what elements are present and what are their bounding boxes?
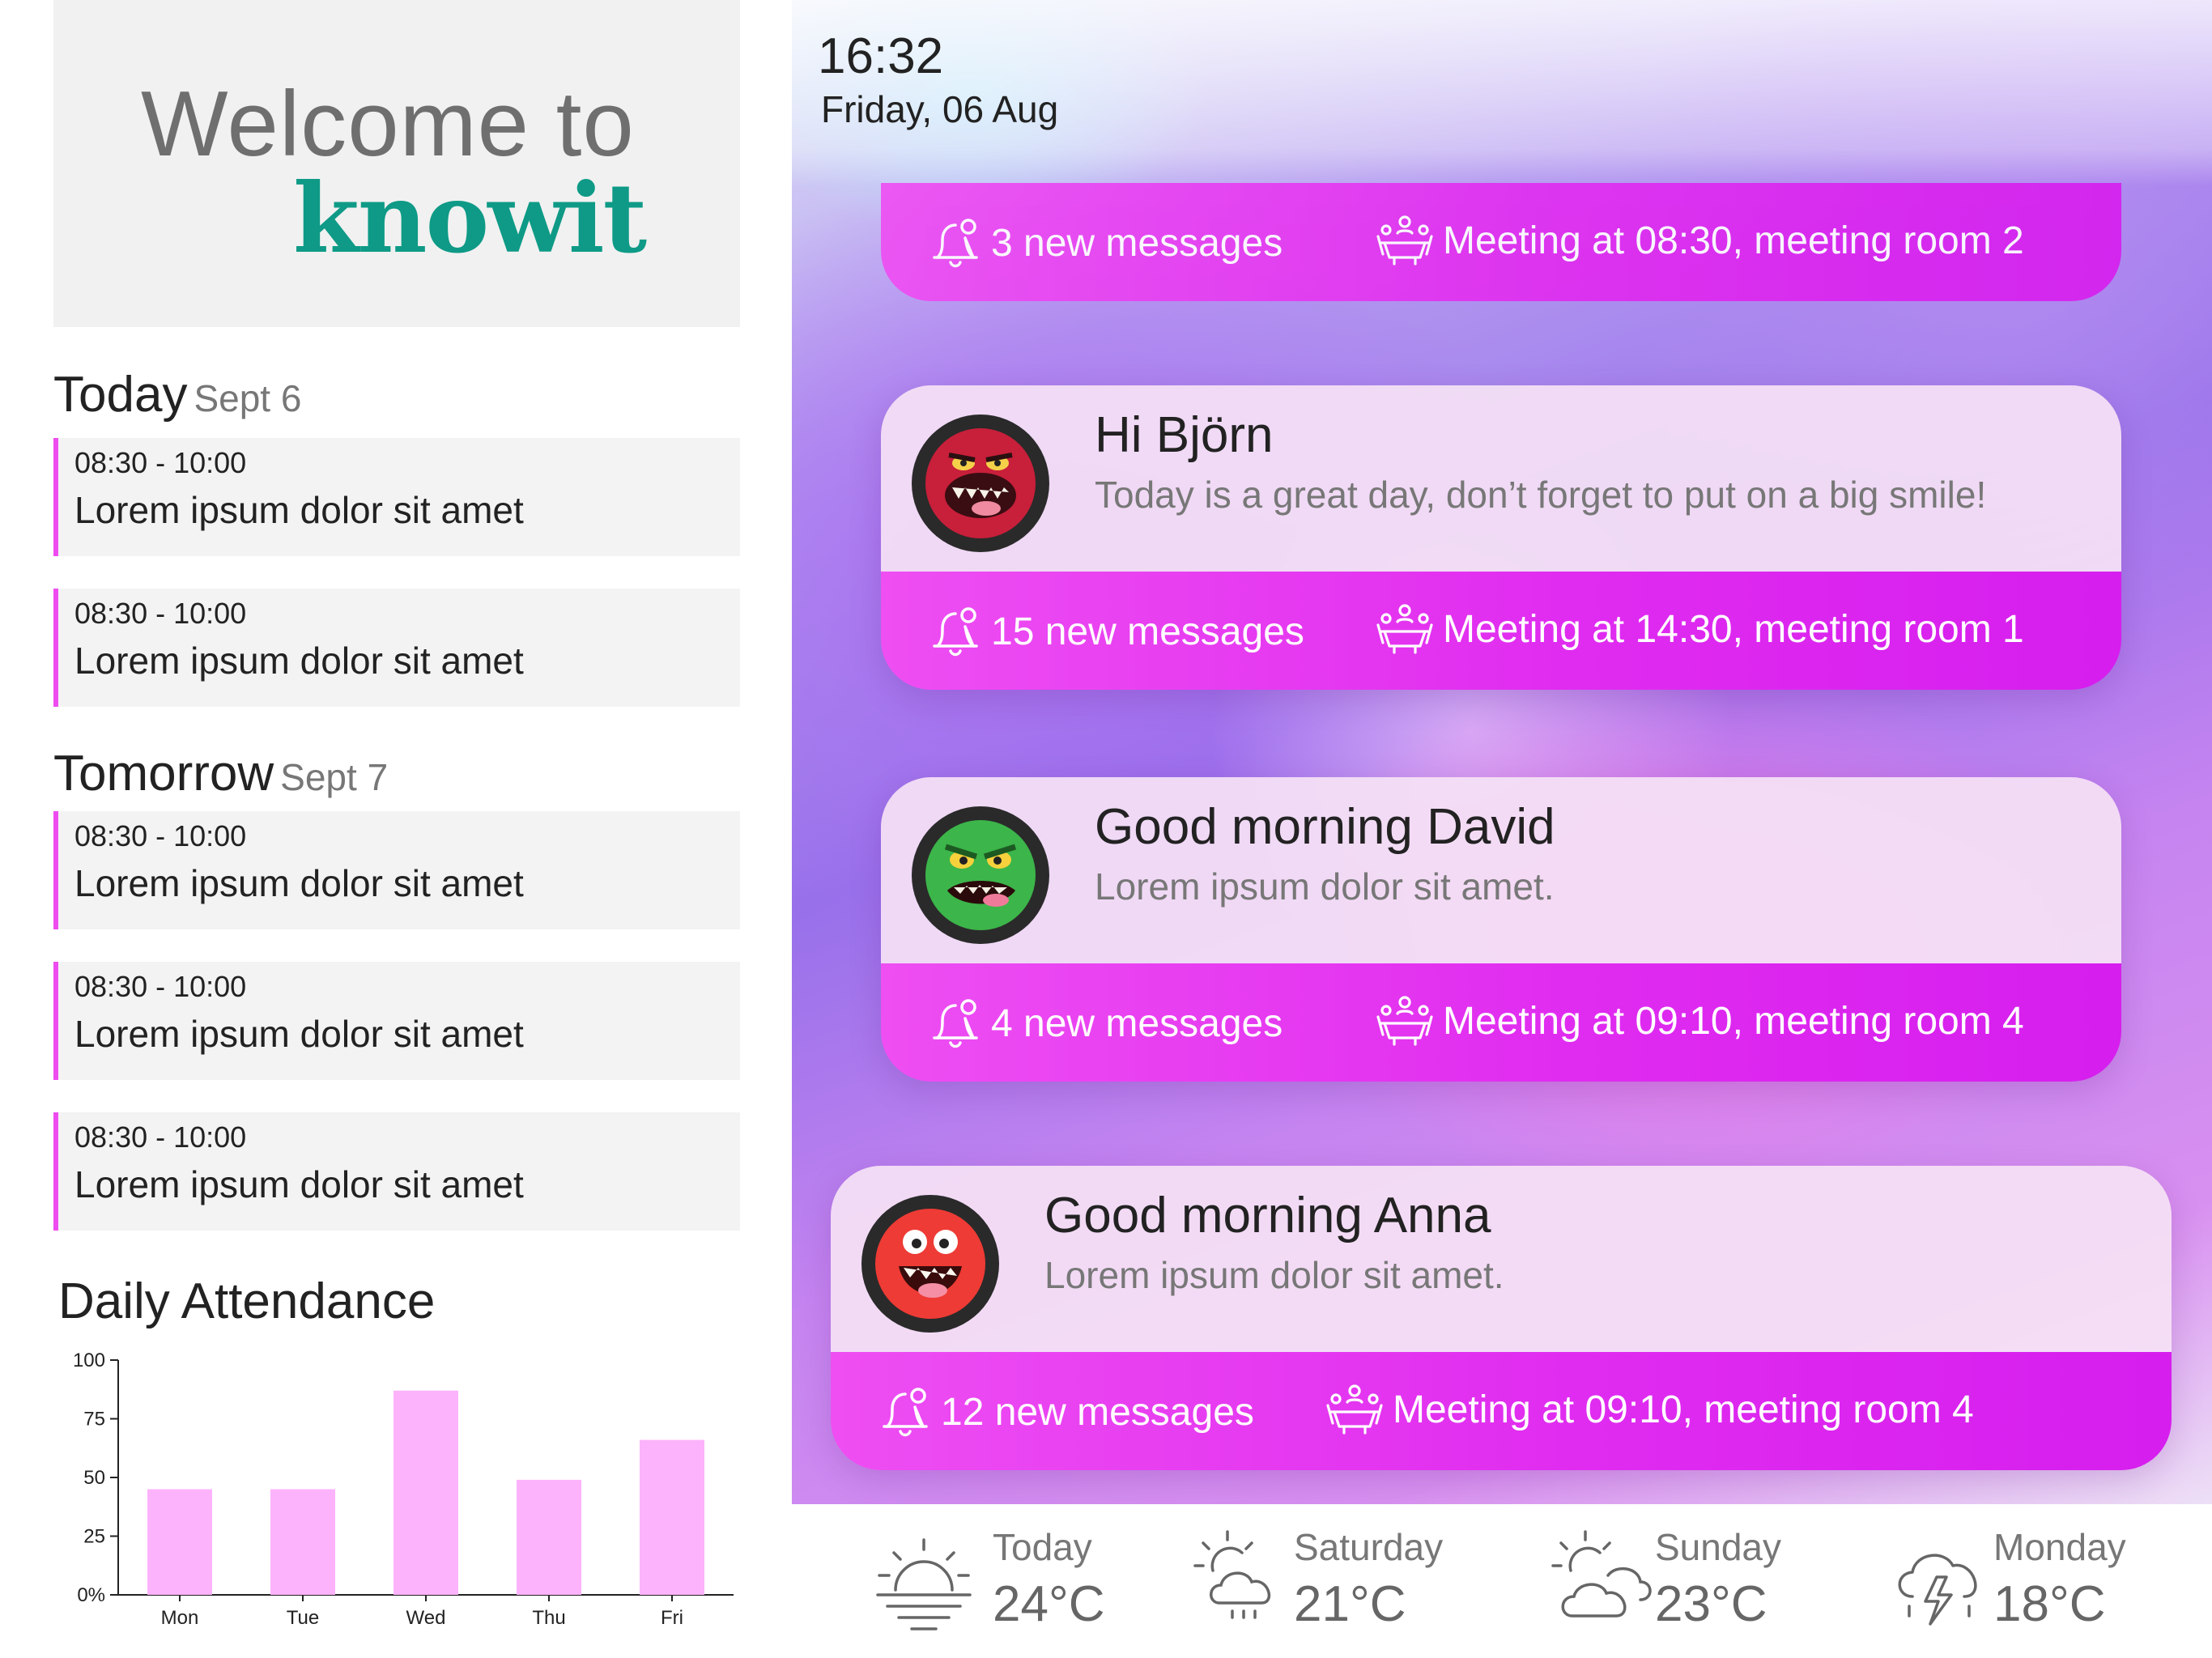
x-tick-label: Fri [661, 1607, 683, 1629]
attendance-chart: 0% 25 50 75 100 Mon Tue Wed Thu Fri [73, 1350, 734, 1629]
meeting-text: Meeting at 09:10, meeting room 4 [1443, 999, 2024, 1043]
event-time: 08:30 - 10:00 [74, 970, 247, 1003]
messages-indicator[interactable]: 3 new messages [929, 214, 1283, 272]
meeting-text: Meeting at 14:30, meeting room 1 [1443, 607, 2024, 651]
card-message: Lorem ipsum dolor sit amet. [1044, 1254, 1504, 1296]
notification-card[interactable]: Good morning Anna Lorem ipsum dolor sit … [831, 1166, 2172, 1470]
meeting-text: Meeting at 09:10, meeting room 4 [1393, 1388, 1974, 1431]
card-header: Good morning Anna Lorem ipsum dolor sit … [831, 1166, 2172, 1352]
tomorrow-label: Tomorrow [53, 746, 274, 801]
meeting-icon [1375, 994, 1435, 1048]
bar-tue [270, 1489, 335, 1595]
sun-cloud-rain-icon [1192, 1525, 1297, 1643]
event-title: Lorem ipsum dolor sit amet [74, 640, 524, 682]
weather-temp: 21°C [1294, 1576, 1406, 1632]
today-label: Today [53, 367, 188, 423]
knowit-logo: knowit [293, 162, 647, 274]
bell-icon [879, 1383, 933, 1441]
y-tick-label: 75 [83, 1409, 105, 1431]
event-title: Lorem ipsum dolor sit amet [74, 862, 524, 904]
avatar [912, 414, 1049, 552]
bar-thu [517, 1479, 581, 1595]
attendance-title: Daily Attendance [58, 1273, 436, 1329]
meeting-icon [1375, 602, 1435, 656]
clock: 16:32 [818, 28, 944, 84]
card-greeting: Good morning David [1095, 799, 1555, 855]
weather-forecast: Today 24°C Saturday 21°C Sunday 23°C Mon… [792, 1504, 2212, 1658]
x-tick-label: Thu [532, 1607, 565, 1629]
card-header: Good morning David Lorem ipsum dolor sit… [881, 777, 2121, 963]
bell-icon [929, 602, 983, 661]
avatar [912, 806, 1049, 944]
meeting-indicator[interactable]: Meeting at 14:30, meeting room 1 [1375, 602, 2024, 656]
event-time: 08:30 - 10:00 [74, 446, 247, 479]
meeting-icon [1325, 1383, 1385, 1436]
card-greeting: Hi Björn [1095, 407, 1274, 463]
bar-wed [393, 1390, 458, 1595]
bar-mon [147, 1489, 212, 1595]
schedule-event[interactable]: 08:30 - 10:00 Lorem ipsum dolor sit amet [53, 589, 740, 707]
x-tick-label: Wed [406, 1607, 446, 1629]
messages-indicator[interactable]: 4 new messages [929, 994, 1283, 1052]
tomorrow-date: Sept 7 [280, 756, 389, 798]
y-tick-label: 25 [83, 1526, 105, 1548]
schedule-event[interactable]: 08:30 - 10:00 Lorem ipsum dolor sit amet [53, 1112, 740, 1231]
event-title: Lorem ipsum dolor sit amet [74, 489, 524, 531]
notification-card[interactable]: Hi Björn Today is a great day, don’t for… [881, 385, 2121, 690]
card-message: Lorem ipsum dolor sit amet. [1095, 865, 1555, 908]
card-greeting: Good morning Anna [1044, 1188, 1491, 1244]
meeting-text: Meeting at 08:30, meeting room 2 [1443, 219, 2024, 262]
schedule-event[interactable]: 08:30 - 10:00 Lorem ipsum dolor sit amet [53, 438, 740, 556]
messages-indicator[interactable]: 12 new messages [879, 1383, 1254, 1441]
x-tick-label: Tue [287, 1607, 319, 1629]
tomorrow-heading: Tomorrow Sept 7 [53, 745, 388, 802]
weather-day-label: Saturday [1294, 1526, 1444, 1568]
notification-card-partial[interactable]: 3 new messages Meeting at 08:30, meeting… [881, 183, 2121, 301]
y-tick-label: 0% [77, 1584, 105, 1606]
schedule-event[interactable]: 08:30 - 10:00 Lorem ipsum dolor sit amet [53, 811, 740, 929]
date-label: Friday, 06 Aug [821, 88, 1059, 130]
weather-temp: 18°C [1993, 1576, 2106, 1632]
event-time: 08:30 - 10:00 [74, 1120, 247, 1154]
weather-temp: 23°C [1655, 1576, 1767, 1632]
thunderstorm-icon [1885, 1525, 1998, 1643]
weather-temp: 24°C [993, 1576, 1105, 1632]
meeting-indicator[interactable]: Meeting at 09:10, meeting room 4 [1375, 994, 2024, 1048]
event-time: 08:30 - 10:00 [74, 597, 247, 630]
bar-fri [640, 1439, 704, 1595]
messages-indicator[interactable]: 15 new messages [929, 602, 1304, 661]
meeting-indicator[interactable]: Meeting at 09:10, meeting room 4 [1325, 1383, 1974, 1436]
sun-clouds-icon [1551, 1525, 1665, 1643]
notification-card[interactable]: Good morning David Lorem ipsum dolor sit… [881, 777, 2121, 1082]
card-header: Hi Björn Today is a great day, don’t for… [881, 385, 2121, 572]
avatar [861, 1195, 999, 1333]
event-time: 08:30 - 10:00 [74, 819, 247, 852]
messages-count: 4 new messages [991, 1001, 1283, 1045]
event-title: Lorem ipsum dolor sit amet [74, 1013, 524, 1055]
messages-count: 3 new messages [991, 221, 1283, 265]
meeting-indicator[interactable]: Meeting at 08:30, meeting room 2 [1375, 214, 2024, 267]
today-date: Sept 6 [194, 377, 302, 419]
messages-count: 15 new messages [991, 610, 1304, 653]
x-tick-label: Mon [161, 1607, 199, 1629]
weather-day-label: Sunday [1655, 1526, 1782, 1568]
weather-day-label: Monday [1993, 1526, 2126, 1568]
messages-count: 12 new messages [941, 1390, 1254, 1434]
y-tick-label: 100 [73, 1350, 105, 1371]
bell-icon [929, 994, 983, 1052]
meeting-icon [1375, 214, 1435, 267]
event-title: Lorem ipsum dolor sit amet [74, 1163, 524, 1205]
y-tick-label: 50 [83, 1467, 105, 1489]
today-heading: Today Sept 6 [53, 366, 301, 423]
sunrise-icon [871, 1525, 976, 1643]
weather-day-label: Today [993, 1526, 1092, 1568]
schedule-event[interactable]: 08:30 - 10:00 Lorem ipsum dolor sit amet [53, 962, 740, 1080]
card-message: Today is a great day, don’t forget to pu… [1095, 474, 1987, 516]
welcome-banner: Welcome to knowit [53, 0, 740, 327]
bell-icon [929, 214, 983, 272]
